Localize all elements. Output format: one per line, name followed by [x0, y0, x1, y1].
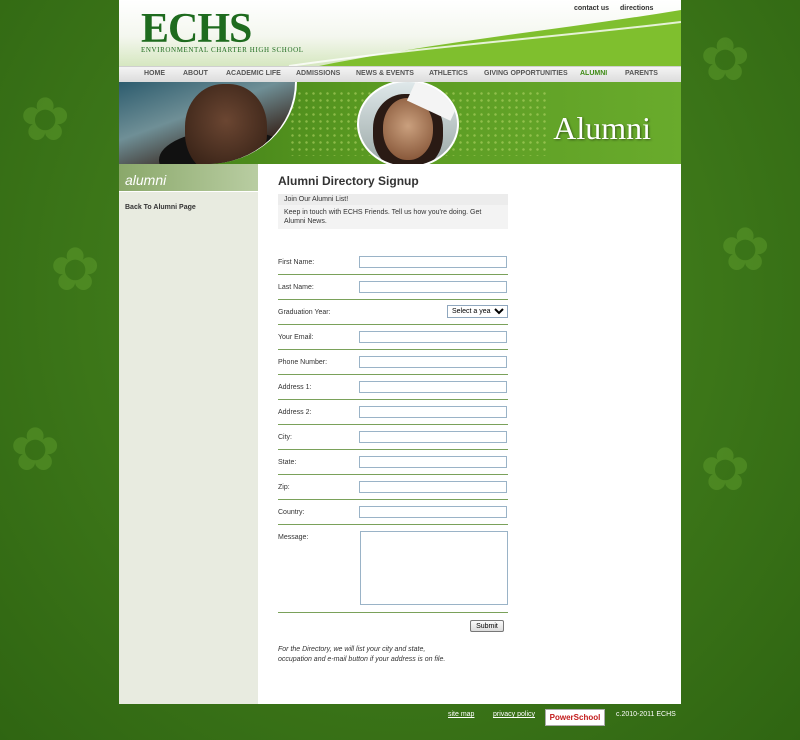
intro-text: Keep in touch with ECHS Friends. Tell us…: [278, 205, 508, 229]
phone-input[interactable]: [359, 356, 507, 368]
back-to-alumni-link[interactable]: Back To Alumni Page: [125, 204, 258, 211]
email-label: Your Email:: [278, 334, 314, 341]
page-banner: Alumni: [119, 82, 681, 164]
leaf-decoration: ✿: [50, 236, 101, 303]
address1-label: Address 1:: [278, 384, 312, 391]
leaf-decoration: ✿: [700, 26, 751, 93]
directory-note-line: occupation and e-mail button if your add…: [278, 656, 446, 663]
state-label: State:: [278, 459, 297, 466]
nav-giving-opportunities[interactable]: GIVING OPPORTUNITIES: [484, 70, 568, 77]
site-footer: site map privacy policy: [0, 704, 800, 740]
graduation-year-label: Graduation Year:: [278, 309, 331, 316]
first-name-input[interactable]: [359, 256, 507, 268]
form-row: Your Email:: [278, 326, 508, 350]
message-textarea[interactable]: [360, 531, 508, 605]
nav-home[interactable]: HOME: [144, 70, 165, 77]
email-input[interactable]: [359, 331, 507, 343]
form-row: First Name:: [278, 251, 508, 275]
form-row: City:: [278, 426, 508, 450]
form-row: Country:: [278, 501, 508, 525]
signup-form: First Name: Last Name: Graduation Year: …: [278, 251, 508, 636]
sidebar-heading-text: alumni: [125, 172, 167, 188]
site-map-link[interactable]: site map: [448, 711, 474, 718]
form-row: Address 1:: [278, 376, 508, 400]
main-nav: HOME ABOUT ACADEMIC LIFE ADMISSIONS NEWS…: [119, 66, 681, 83]
nav-parents[interactable]: PARENTS: [625, 70, 658, 77]
address2-input[interactable]: [359, 406, 507, 418]
sidebar-heading: alumni: [119, 164, 258, 192]
city-input[interactable]: [359, 431, 507, 443]
last-name-input[interactable]: [359, 281, 507, 293]
graduate-photo: [357, 82, 459, 164]
privacy-policy-link[interactable]: privacy policy: [493, 711, 535, 718]
sidebar: alumni Back To Alumni Page: [119, 164, 258, 704]
form-row: Last Name:: [278, 276, 508, 300]
state-input[interactable]: [359, 456, 507, 468]
nav-alumni[interactable]: ALUMNI: [580, 70, 607, 77]
leaf-decoration: ✿: [720, 216, 771, 283]
address2-label: Address 2:: [278, 409, 312, 416]
logo-subtitle: ENVIRONMENTAL CHARTER HIGH SCHOOL: [141, 46, 304, 54]
first-name-label: First Name:: [278, 259, 315, 266]
zip-label: Zip:: [278, 484, 290, 491]
directory-note-line: For the Directory, we will list your cit…: [278, 646, 426, 653]
directory-note: For the Directory, we will list your cit…: [278, 645, 508, 665]
form-row: Phone Number:: [278, 351, 508, 375]
form-row: Message:: [278, 526, 508, 613]
submit-row: Submit: [278, 614, 508, 636]
nav-athletics[interactable]: ATHLETICS: [429, 70, 468, 77]
directions-link[interactable]: directions: [620, 5, 653, 12]
nav-news-events[interactable]: NEWS & EVENTS: [356, 70, 414, 77]
phone-label: Phone Number:: [278, 359, 328, 366]
city-label: City:: [278, 434, 292, 441]
nav-about[interactable]: ABOUT: [183, 70, 208, 77]
leaf-decoration: ✿: [700, 436, 751, 503]
logo[interactable]: ECHS ENVIRONMENTAL CHARTER HIGH SCHOOL: [141, 8, 304, 54]
form-row: Zip:: [278, 476, 508, 500]
join-heading: Join Our Alumni List!: [278, 194, 508, 205]
country-label: Country:: [278, 509, 305, 516]
site-header: ECHS ENVIRONMENTAL CHARTER HIGH SCHOOL c…: [119, 0, 681, 66]
banner-title: Alumni: [553, 110, 651, 146]
last-name-label: Last Name:: [278, 284, 314, 291]
country-input[interactable]: [359, 506, 507, 518]
leaf-decoration: ✿: [20, 86, 71, 153]
page-title: Alumni Directory Signup: [278, 174, 419, 188]
powerschool-badge[interactable]: PowerSchool: [545, 709, 605, 726]
graduation-year-select[interactable]: Select a year: [447, 305, 508, 318]
form-row: State:: [278, 451, 508, 475]
nav-academic-life[interactable]: ACADEMIC LIFE: [226, 70, 281, 77]
address1-input[interactable]: [359, 381, 507, 393]
page-container: ECHS ENVIRONMENTAL CHARTER HIGH SCHOOL c…: [119, 0, 681, 704]
submit-button[interactable]: Submit: [470, 620, 504, 632]
logo-text: ECHS: [141, 6, 252, 52]
message-label: Message:: [278, 534, 309, 541]
copyright-text: c.2010-2011 ECHS: [616, 711, 676, 718]
zip-input[interactable]: [359, 481, 507, 493]
nav-admissions[interactable]: ADMISSIONS: [296, 70, 340, 77]
form-row: Graduation Year: Select a year: [278, 301, 508, 325]
student-photo: [119, 82, 297, 164]
main-content: Alumni Directory Signup Join Our Alumni …: [278, 174, 508, 665]
leaf-decoration: ✿: [10, 416, 61, 483]
form-row: Address 2:: [278, 401, 508, 425]
contact-us-link[interactable]: contact us: [574, 5, 609, 12]
